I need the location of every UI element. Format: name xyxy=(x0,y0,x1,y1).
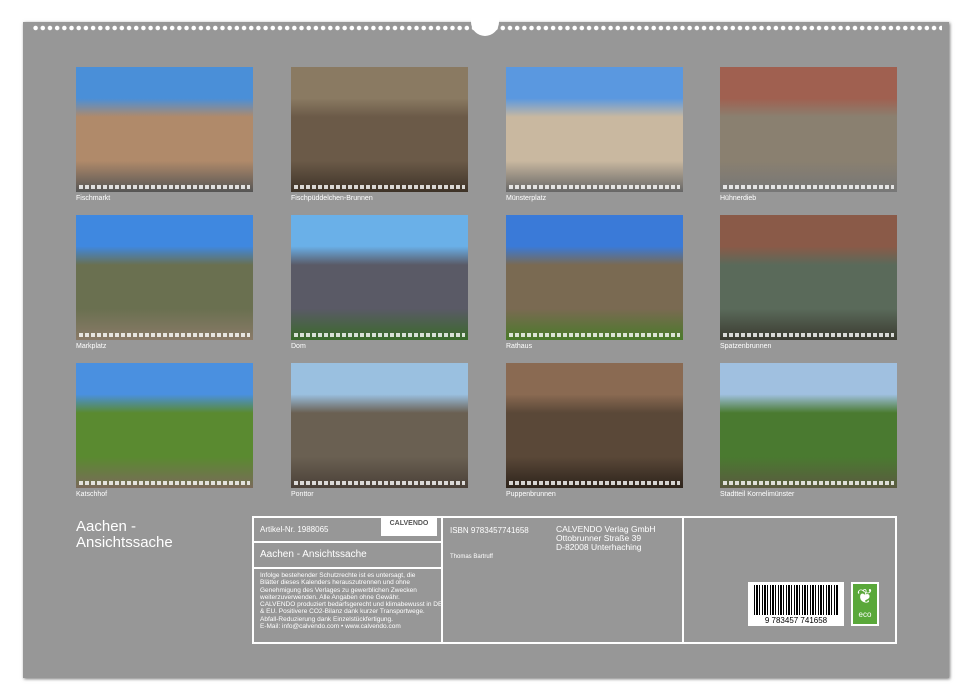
photo xyxy=(506,67,683,192)
month-photo: Puppenbrunnen xyxy=(506,363,683,488)
legal-line: CALVENDO produziert bedarfsgerecht und k… xyxy=(260,601,442,608)
legal-notice: Infolge bestehender Schutzrechte ist es … xyxy=(260,572,442,630)
calendar-strip xyxy=(723,333,894,337)
photo xyxy=(291,363,468,488)
eco-label: eco xyxy=(859,610,872,619)
photo-caption: Fischpüddelchen-Brunnen xyxy=(291,195,373,202)
photo xyxy=(291,215,468,340)
barcode: 9 783457 741658 xyxy=(748,582,844,626)
article-number: Artikel-Nr. 1988065 xyxy=(260,525,328,534)
calendar-strip xyxy=(509,333,680,337)
month-photo: Fischpüddelchen-Brunnen xyxy=(291,67,468,192)
photo-caption: Dom xyxy=(291,343,306,350)
calendar-strip xyxy=(79,333,250,337)
month-photo: Hühnerdieb xyxy=(720,67,897,192)
photo xyxy=(506,215,683,340)
month-photo: Markplatz xyxy=(76,215,253,340)
month-photo: Rathaus xyxy=(506,215,683,340)
leaf-icon: ❦ xyxy=(853,584,877,610)
eco-badge: ❦eco xyxy=(851,582,879,626)
month-photo: Münsterplatz xyxy=(506,67,683,192)
calendar-title: Aachen - Ansichtssache xyxy=(76,519,226,551)
photo-caption: Stadtteil Kornelimünster xyxy=(720,491,794,498)
author: Thomas Bartruff xyxy=(450,554,493,560)
month-photo: Spatzenbrunnen xyxy=(720,215,897,340)
legal-line: & EU. Positivere CO2-Bilanz dank kurzer … xyxy=(260,608,442,615)
calendar-strip xyxy=(294,333,465,337)
barcode-number: 9 783457 741658 xyxy=(748,616,844,625)
calendar-strip xyxy=(509,481,680,485)
isbn: ISBN 9783457741658 xyxy=(450,526,529,535)
photo-caption: Spatzenbrunnen xyxy=(720,343,771,350)
calendar-strip xyxy=(509,185,680,189)
legal-line: Abfall-Reduzierung dank Einzelstückferti… xyxy=(260,616,442,623)
photo xyxy=(506,363,683,488)
product-name: Aachen - Ansichtssache xyxy=(260,549,367,560)
photo xyxy=(76,215,253,340)
calendar-strip xyxy=(79,481,250,485)
month-photo: Stadtteil Kornelimünster xyxy=(720,363,897,488)
photo xyxy=(720,363,897,488)
photo-caption: Markplatz xyxy=(76,343,106,350)
legal-line: Genehmigung des Verlages zu gewerblichen… xyxy=(260,587,442,594)
legal-line: E-Mail: info@calvendo.com • www.calvendo… xyxy=(260,623,442,630)
calendar-strip xyxy=(294,185,465,189)
calvendo-logo: CALVENDO xyxy=(381,518,437,536)
photo xyxy=(76,363,253,488)
photo xyxy=(76,67,253,192)
photo-caption: Fischmarkt xyxy=(76,195,110,202)
legal-line: Infolge bestehender Schutzrechte ist es … xyxy=(260,572,442,579)
photo-caption: Puppenbrunnen xyxy=(506,491,556,498)
calendar-strip xyxy=(79,185,250,189)
calendar-strip xyxy=(723,481,894,485)
publisher-line: D-82008 Unterhaching xyxy=(556,543,656,552)
publisher-address: CALVENDO Verlag GmbHOttobrunner Straße 3… xyxy=(556,525,656,552)
month-photo: Dom xyxy=(291,215,468,340)
calendar-strip xyxy=(723,185,894,189)
photo xyxy=(291,67,468,192)
month-photo: Fischmarkt xyxy=(76,67,253,192)
legal-line: weiterzuverwenden. Alle Angaben ohne Gew… xyxy=(260,594,442,601)
month-photo: Ponttor xyxy=(291,363,468,488)
photo-caption: Rathaus xyxy=(506,343,532,350)
photo-caption: Münsterplatz xyxy=(506,195,546,202)
calendar-strip xyxy=(294,481,465,485)
photo xyxy=(720,67,897,192)
photo xyxy=(720,215,897,340)
photo-caption: Katschhof xyxy=(76,491,107,498)
photo-caption: Ponttor xyxy=(291,491,314,498)
month-photo: Katschhof xyxy=(76,363,253,488)
photo-caption: Hühnerdieb xyxy=(720,195,756,202)
legal-line: Blätter dieses Kalenders herauszutrennen… xyxy=(260,579,442,586)
